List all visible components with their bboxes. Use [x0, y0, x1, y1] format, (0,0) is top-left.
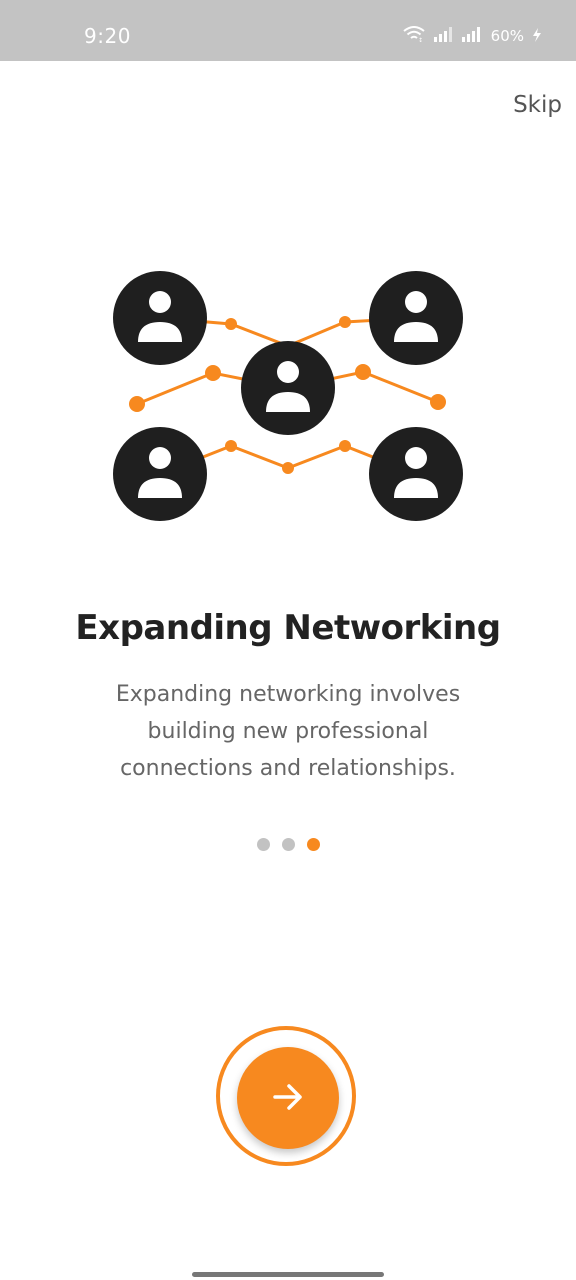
wifi-icon: ↕	[403, 26, 425, 46]
onboarding-screen: 9:20 ↕ 60% Skip Expanding Networking Exp…	[0, 0, 576, 1280]
page-indicator	[0, 838, 576, 851]
signal-icon	[433, 26, 453, 46]
arrow-right-icon	[268, 1077, 308, 1120]
battery-charging-icon	[532, 27, 542, 46]
skip-button[interactable]: Skip	[513, 92, 562, 118]
signal-icon	[461, 26, 481, 46]
network-people-icon	[100, 260, 480, 540]
page-dot-2[interactable]	[281, 838, 295, 851]
page-title: Expanding Networking	[75, 608, 501, 648]
svg-text:↕: ↕	[418, 37, 423, 42]
battery-percentage: 60%	[490, 27, 524, 45]
status-time: 9:20	[84, 24, 131, 48]
page-dot-1[interactable]	[256, 838, 270, 851]
page-dot-3-active[interactable]	[306, 838, 320, 851]
next-button[interactable]	[237, 1047, 339, 1149]
page-description: Expanding networking involves building n…	[115, 682, 461, 781]
status-icons: ↕ 60%	[403, 24, 542, 48]
status-bar: 9:20 ↕ 60%	[0, 0, 576, 61]
home-indicator[interactable]	[192, 1272, 384, 1277]
